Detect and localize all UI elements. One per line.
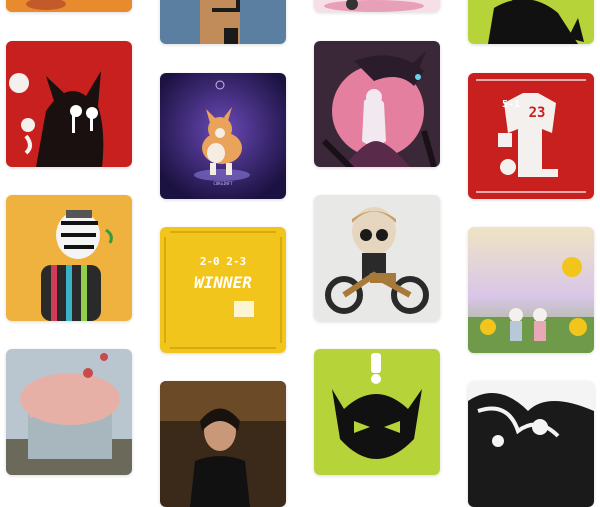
- corgi-hologram-art[interactable]: CORGINFT: [160, 73, 286, 199]
- red-jersey-image: [468, 73, 594, 199]
- winner-headline: WINNER: [194, 273, 252, 292]
- zebra-sweater-image: [6, 195, 132, 321]
- orange-sunset-image: [6, 0, 132, 12]
- black-white-ink-art[interactable]: [468, 381, 594, 507]
- skull-motorbike-image: [314, 195, 440, 321]
- green-devil-cat-exclaim-art[interactable]: [314, 349, 440, 475]
- ink-art-image: [468, 381, 594, 507]
- orange-sunset-art[interactable]: [6, 0, 132, 12]
- jersey-number: 23: [528, 105, 546, 121]
- sunflower-field-couple-art[interactable]: [468, 227, 594, 353]
- red-devil-cat-image: [6, 41, 132, 167]
- corgi-caption: CORGINFT: [213, 181, 233, 186]
- red-devil-cat-crying-art[interactable]: [6, 41, 132, 167]
- melting-building-image: [6, 349, 132, 475]
- dark-portrait-art[interactable]: [160, 381, 286, 507]
- skull-motorbike-art[interactable]: [314, 195, 440, 321]
- yellow-winner-poster-art[interactable]: 2-0 2-3 WINNER: [160, 227, 286, 353]
- melting-pink-building-art[interactable]: [6, 349, 132, 475]
- winner-year: 2-0 2-3: [199, 255, 247, 268]
- dragon-girl-image: [314, 41, 440, 167]
- green-cat-image: [468, 0, 594, 44]
- red-sports-jersey-art[interactable]: 5-1 23: [468, 73, 594, 199]
- green-cat-silhouette-art[interactable]: [468, 0, 594, 44]
- pink-car-image: [314, 0, 440, 12]
- sunflower-field-image: [468, 227, 594, 353]
- pixel-character-image: [160, 0, 286, 44]
- pink-car-art[interactable]: [314, 0, 440, 12]
- dragon-girl-art[interactable]: [314, 41, 440, 167]
- pixel-character-art[interactable]: [160, 0, 286, 44]
- green-devil-cat-image: [314, 349, 440, 475]
- zebra-sweater-character-art[interactable]: [6, 195, 132, 321]
- dark-portrait-image: [160, 381, 286, 507]
